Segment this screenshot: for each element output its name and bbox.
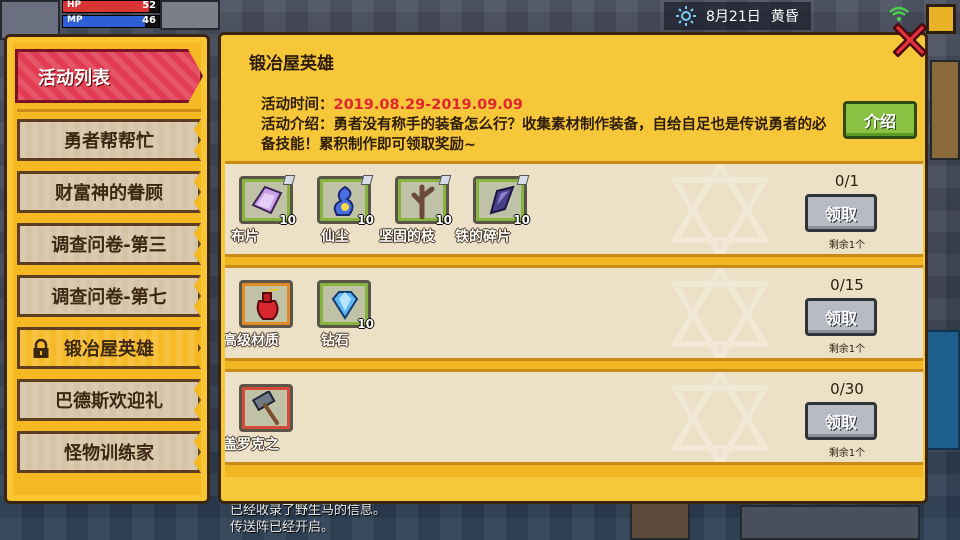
event-detail-panel: 锻冶屋英雄 活动时间：2019.08.29-2019.09.09 活动介绍：勇者… bbox=[218, 32, 928, 504]
item-name: 布片 bbox=[231, 229, 259, 245]
item-slot bbox=[239, 280, 293, 328]
log-line: 传送阵已经开启。 bbox=[230, 520, 335, 535]
tab-label: 勇者帮帮忙 bbox=[64, 131, 154, 152]
tab-label: 调查问卷-第三 bbox=[51, 235, 167, 256]
reward-item[interactable]: 10 坚固的枝 bbox=[379, 175, 452, 245]
time-of-day-text: 黄昏 bbox=[770, 9, 799, 25]
tab-label: 巴德斯欢迎礼 bbox=[55, 391, 163, 412]
sun-icon bbox=[676, 6, 696, 26]
remaining-count: 剩余1个 bbox=[828, 448, 866, 459]
message-log: 已经收录了野生马的信息。 传送阵已经开启。 bbox=[230, 502, 386, 536]
tab-survey-7[interactable]: 调查问卷-第七 bbox=[17, 275, 201, 317]
world-tile bbox=[740, 505, 920, 540]
event-list-sidebar: 活动列表 勇者帮帮忙 财富神的眷顾 调查问卷-第三 调查问卷-第七 锻冶屋英雄 … bbox=[4, 34, 210, 504]
tab-bardes-welcome[interactable]: 巴德斯欢迎礼 bbox=[17, 379, 201, 421]
event-intro-label: 活动介绍： bbox=[261, 117, 334, 133]
world-tile bbox=[160, 0, 220, 30]
tab-wealth-god[interactable]: 财富神的眷顾 bbox=[17, 171, 201, 213]
item-name: 铁的碎片 bbox=[455, 229, 511, 245]
hexagram-decoration bbox=[669, 372, 771, 462]
hp-bar: HP 52 bbox=[62, 0, 160, 13]
mp-value: 46 bbox=[142, 15, 156, 26]
event-info: 活动时间：2019.08.29-2019.09.09 活动介绍：勇者没有称手的装… bbox=[261, 95, 831, 155]
item-slot: 10 bbox=[473, 175, 530, 227]
sidebar-divider bbox=[17, 109, 201, 112]
world-tile bbox=[630, 500, 690, 540]
tab-label: 锻冶屋英雄 bbox=[64, 339, 154, 360]
remaining-count: 剩余1个 bbox=[828, 240, 866, 251]
event-time-value: 2019.08.29-2019.09.09 bbox=[333, 97, 523, 113]
mp-bar: MP 46 bbox=[62, 15, 160, 28]
hp-label: HP bbox=[67, 0, 82, 10]
event-list-header: 活动列表 bbox=[15, 49, 203, 103]
event-title: 锻冶屋英雄 bbox=[249, 54, 334, 74]
claim-button[interactable]: 领取 bbox=[805, 298, 877, 336]
world-water bbox=[925, 330, 960, 450]
event-time-line: 活动时间：2019.08.29-2019.09.09 bbox=[261, 95, 831, 115]
item-name: 高级材质 bbox=[225, 333, 279, 349]
event-time-label: 活动时间： bbox=[261, 97, 334, 113]
item-slot: 10 bbox=[317, 175, 374, 227]
item-quantity: 10 bbox=[357, 213, 374, 227]
item-slot: 10 bbox=[395, 175, 452, 227]
item-name: 盖罗克之 bbox=[225, 437, 279, 453]
date-text: 8月21日 bbox=[706, 9, 761, 25]
reward-list: 10 布片 10 仙尘 10 坚固的枝 10 铁的碎片 0/1 领取 剩余1个 … bbox=[225, 161, 923, 477]
menu-corner-button[interactable] bbox=[926, 4, 956, 34]
mp-label: MP bbox=[67, 15, 83, 25]
hp-value: 52 bbox=[142, 0, 156, 11]
reward-item[interactable]: 盖罗克之 bbox=[225, 384, 293, 453]
log-line: 已经收录了野生马的信息。 bbox=[230, 503, 387, 518]
hammer-icon bbox=[251, 391, 279, 425]
intro-button[interactable]: 介绍 bbox=[843, 101, 917, 139]
event-intro-text: 勇者没有称手的装备怎么行？收集素材制作装备，自给自足也是传说勇者的必备技能！累积… bbox=[261, 117, 827, 153]
item-tag bbox=[282, 175, 296, 185]
item-slot: 10 bbox=[239, 175, 296, 227]
progress-count: 0/30 bbox=[830, 380, 864, 398]
item-tag bbox=[360, 175, 374, 185]
item-name: 钻石 bbox=[321, 333, 349, 349]
hexagram-decoration bbox=[669, 164, 771, 254]
remaining-count: 剩余1个 bbox=[828, 344, 866, 355]
progress-count: 0/15 bbox=[830, 276, 864, 294]
tab-survey-3[interactable]: 调查问卷-第三 bbox=[17, 223, 201, 265]
tab-label: 调查问卷-第七 bbox=[51, 287, 167, 308]
reward-item[interactable]: 高级材质 bbox=[225, 280, 293, 349]
reward-row: 10 布片 10 仙尘 10 坚固的枝 10 铁的碎片 0/1 领取 剩余1个 bbox=[225, 161, 923, 257]
player-stats: HP 52 MP 46 bbox=[62, 0, 160, 30]
tab-label: 怪物训练家 bbox=[64, 443, 154, 464]
world-tile bbox=[930, 60, 960, 160]
item-slot bbox=[239, 384, 293, 432]
item-tag bbox=[516, 175, 530, 185]
reward-item[interactable]: 10 布片 bbox=[231, 175, 296, 245]
event-intro-line: 活动介绍：勇者没有称手的装备怎么行？收集素材制作装备，自给自足也是传说勇者的必备… bbox=[261, 115, 831, 155]
item-name: 坚固的枝 bbox=[379, 229, 435, 245]
lock-icon bbox=[33, 339, 49, 358]
tab-hero-helper[interactable]: 勇者帮帮忙 bbox=[17, 119, 201, 161]
date-time-display: 8月21日 黄昏 bbox=[664, 2, 811, 30]
tab-monster-trainer[interactable]: 怪物训练家 bbox=[17, 431, 201, 473]
item-quantity: 10 bbox=[279, 213, 296, 227]
claim-button[interactable]: 领取 bbox=[805, 194, 877, 232]
item-tag bbox=[438, 175, 452, 185]
reward-row: 盖罗克之 0/30 领取 剩余1个 bbox=[225, 369, 923, 465]
reward-row: 高级材质 10 钻石 0/15 领取 剩余1个 bbox=[225, 265, 923, 361]
tab-blacksmith-hero[interactable]: 锻冶屋英雄 bbox=[17, 327, 201, 369]
reward-item[interactable]: 10 仙尘 bbox=[317, 175, 374, 245]
item-quantity: 10 bbox=[357, 317, 374, 331]
tab-label: 财富神的眷顾 bbox=[55, 183, 163, 204]
progress-count: 0/1 bbox=[834, 172, 860, 190]
reward-item[interactable]: 10 钻石 bbox=[317, 280, 374, 349]
hexagram-decoration bbox=[669, 268, 771, 358]
item-slot: 10 bbox=[317, 280, 374, 331]
close-icon[interactable] bbox=[890, 20, 930, 60]
reward-item[interactable]: 10 铁的碎片 bbox=[455, 175, 530, 245]
item-quantity: 10 bbox=[435, 213, 452, 227]
claim-button[interactable]: 领取 bbox=[805, 402, 877, 440]
event-list-title: 活动列表 bbox=[38, 68, 110, 89]
premium-material-icon bbox=[256, 288, 280, 320]
item-quantity: 10 bbox=[513, 213, 530, 227]
